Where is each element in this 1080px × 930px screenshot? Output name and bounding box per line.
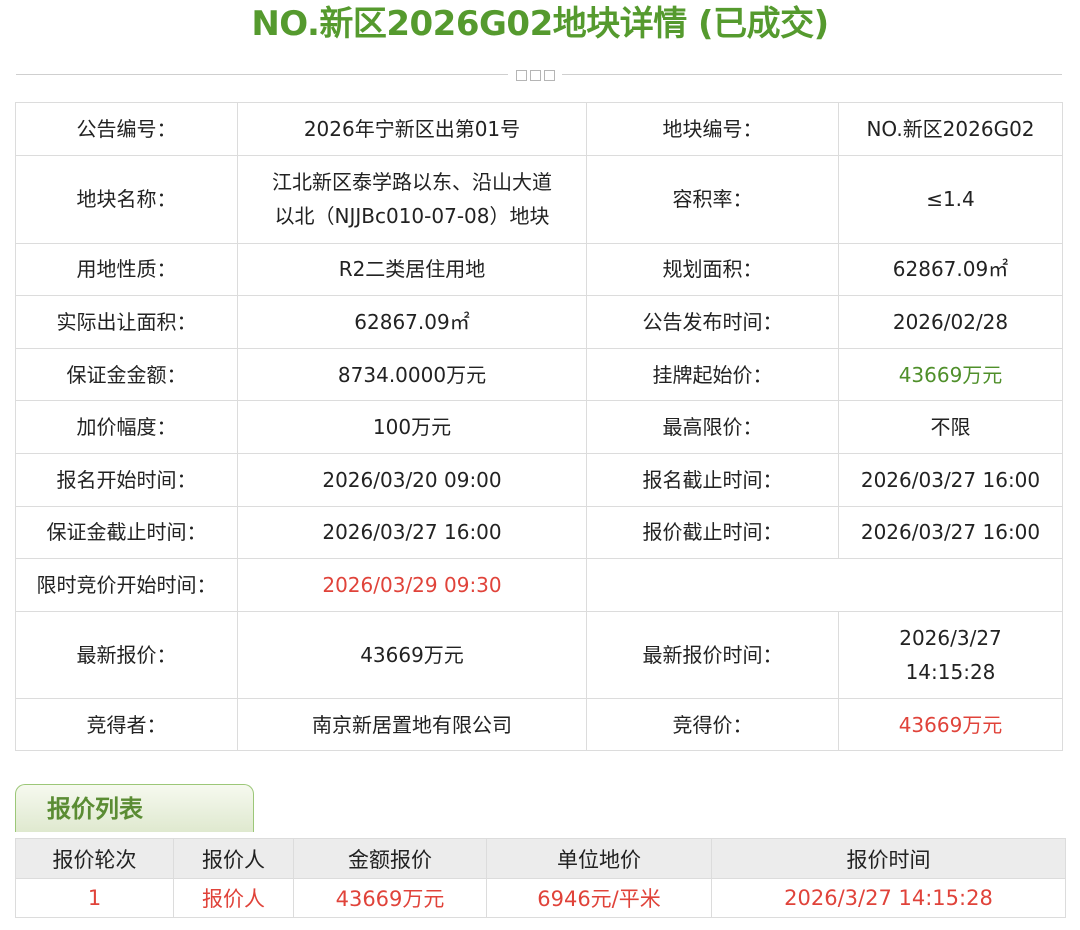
plot-name-line: 以北（NJJBc010-07-08）地块: [274, 204, 550, 229]
deposit-label: 保证金金额：: [15, 347, 238, 402]
latest-quote-label: 最新报价：: [15, 610, 238, 699]
publish-time-label: 公告发布时间：: [586, 295, 839, 349]
increment-label: 加价幅度：: [15, 400, 238, 454]
divider-square: [543, 69, 555, 81]
tab-bid-list-label: 报价列表: [47, 795, 143, 823]
bid-bidder: 报价人: [173, 878, 294, 918]
winning-price-label: 竞得价：: [586, 697, 839, 752]
plot-no-value: NO.新区2026G02: [838, 102, 1063, 156]
empty-cell: [586, 558, 1063, 612]
quote-deadline-value: 2026/03/27 16:00: [838, 505, 1063, 560]
deposit-value: 8734.0000万元: [237, 347, 587, 402]
bid-amount: 43669万元: [293, 878, 487, 918]
latest-quote-clock: 14:15:28: [905, 659, 996, 684]
increment-value: 100万元: [237, 400, 587, 454]
winning-price-value: 43669万元: [838, 697, 1063, 752]
announcement-no-label: 公告编号：: [15, 102, 238, 156]
bid-round: 1: [15, 878, 174, 918]
header-time: 报价时间: [711, 838, 1066, 879]
latest-quote-date: 2026/3/27: [899, 625, 1002, 650]
bid-list-header-row: 报价轮次 报价人 金额报价 单位地价 报价时间: [15, 838, 1066, 879]
header-bidder: 报价人: [173, 838, 294, 879]
plot-name-value: 江北新区泰学路以东、沿山大道 以北（NJJBc010-07-08）地块: [237, 154, 587, 244]
planned-area-value: 62867.09㎡: [838, 242, 1063, 297]
announcement-no-value: 2026年宁新区出第01号: [237, 102, 587, 156]
plot-name-label: 地块名称：: [15, 154, 238, 244]
quote-deadline-label: 报价截止时间：: [586, 505, 839, 560]
plot-info-table: 公告编号： 2026年宁新区出第01号 地块编号： NO.新区2026G02 地…: [15, 102, 1063, 752]
actual-area-label: 实际出让面积：: [15, 295, 238, 349]
land-use-label: 用地性质：: [15, 242, 238, 297]
bid-unit-price: 6946元/平米: [486, 878, 712, 918]
deposit-deadline-label: 保证金截止时间：: [15, 505, 238, 560]
winner-value: 南京新居置地有限公司: [237, 697, 587, 752]
auction-start-value: 2026/03/29 09:30: [237, 558, 587, 612]
table-row: 1 报价人 43669万元 6946元/平米 2026/3/27 14:15:2…: [15, 878, 1066, 918]
start-price-label: 挂牌起始价：: [586, 347, 839, 402]
divider-square: [515, 69, 527, 81]
tab-bid-list[interactable]: 报价列表: [15, 784, 254, 832]
winner-label: 竞得者：: [15, 697, 238, 752]
land-use-value: R2二类居住用地: [237, 242, 587, 297]
deposit-deadline-value: 2026/03/27 16:00: [237, 505, 587, 560]
auction-start-label: 限时竞价开始时间：: [15, 558, 238, 612]
far-label: 容积率：: [586, 154, 839, 244]
reg-start-label: 报名开始时间：: [15, 452, 238, 507]
plot-name-line: 江北新区泰学路以东、沿山大道: [272, 170, 552, 195]
reg-end-value: 2026/03/27 16:00: [838, 452, 1063, 507]
header-unit-price: 单位地价: [486, 838, 712, 879]
actual-area-value: 62867.09㎡: [237, 295, 587, 349]
max-price-label: 最高限价：: [586, 400, 839, 454]
latest-quote-time-value: 2026/3/27 14:15:28: [838, 610, 1063, 699]
reg-end-label: 报名截止时间：: [586, 452, 839, 507]
reg-start-value: 2026/03/20 09:00: [237, 452, 587, 507]
header-amount: 金额报价: [293, 838, 487, 879]
bid-time: 2026/3/27 14:15:28: [711, 878, 1066, 918]
far-value: ≤1.4: [838, 154, 1063, 244]
bid-list-table: 报价轮次 报价人 金额报价 单位地价 报价时间 1 报价人 43669万元 69…: [15, 838, 1066, 918]
divider-square: [529, 69, 541, 81]
start-price-value: 43669万元: [838, 347, 1063, 402]
latest-quote-time-label: 最新报价时间：: [586, 610, 839, 699]
publish-time-value: 2026/02/28: [838, 295, 1063, 349]
plot-no-label: 地块编号：: [586, 102, 839, 156]
page-title: NO.新区2026G02地块详情 (已成交): [251, 4, 829, 44]
divider-ornament: [508, 68, 562, 82]
latest-quote-value: 43669万元: [237, 610, 587, 699]
planned-area-label: 规划面积：: [586, 242, 839, 297]
header-round: 报价轮次: [15, 838, 174, 879]
max-price-value: 不限: [838, 400, 1063, 454]
